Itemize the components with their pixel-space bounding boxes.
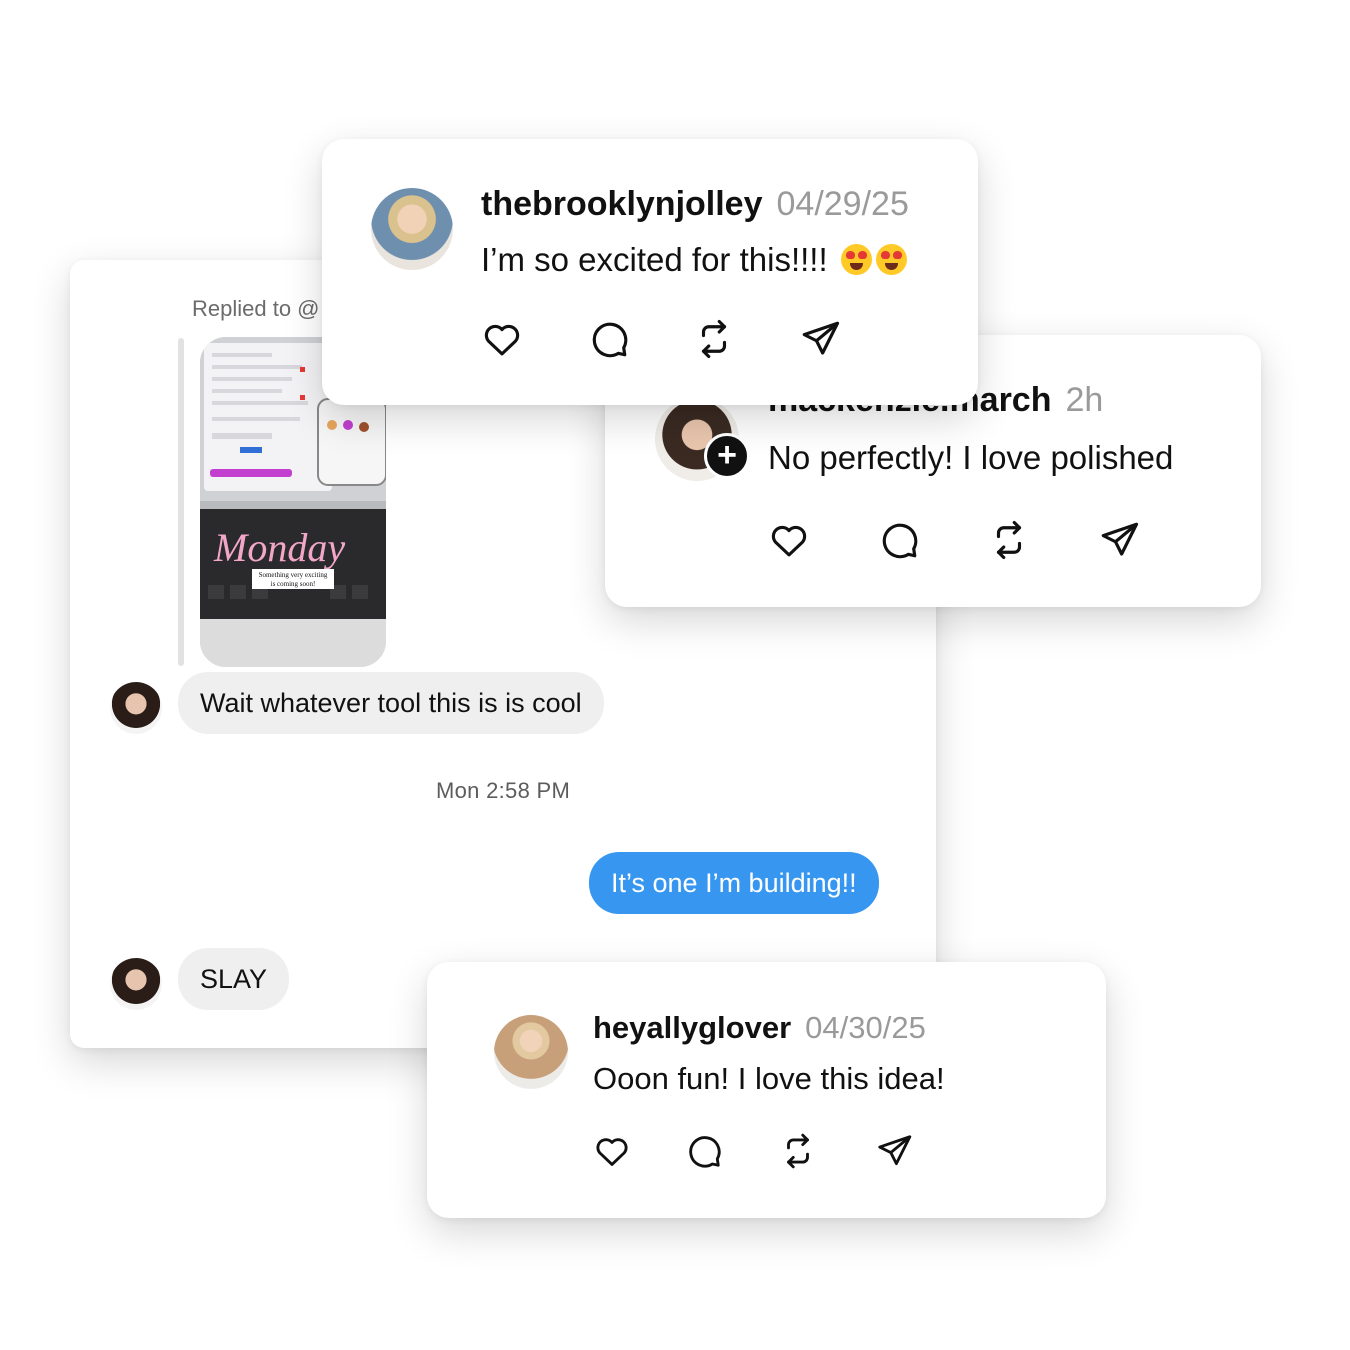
commenter-username[interactable]: thebrooklynjolley (481, 185, 763, 223)
comment-icon[interactable] (588, 318, 630, 360)
heart-eyes-emoji-icon (875, 244, 907, 275)
reply-indicator-bar (178, 338, 184, 666)
heart-icon[interactable] (593, 1132, 631, 1170)
comment-icon[interactable] (685, 1132, 723, 1170)
add-icon[interactable]: + (704, 433, 750, 479)
comment-header: heyallyglover 04/30/25 (593, 1010, 926, 1046)
comment-actions (481, 318, 841, 360)
comment-icon[interactable] (878, 519, 920, 561)
heart-icon[interactable] (768, 519, 810, 561)
replied-to-label: Replied to @ (192, 296, 320, 321)
svg-text:Something very exciting: Something very exciting (259, 571, 328, 579)
comment-card: heyallyglover 04/30/25 Ooon fun! I love t… (427, 962, 1106, 1218)
comment-actions (768, 519, 1140, 561)
repost-icon[interactable] (988, 519, 1030, 561)
svg-text:is coming soon!: is coming soon! (271, 580, 316, 588)
share-icon[interactable] (1098, 519, 1140, 561)
heart-icon[interactable] (481, 318, 523, 360)
comment-date: 04/29/25 (776, 185, 909, 223)
message-timestamp: Mon 2:58 PM (436, 778, 571, 803)
commenter-avatar[interactable] (494, 1015, 568, 1089)
comment-actions (593, 1132, 913, 1170)
message-bubble-sent: It’s one I’m building!! (589, 852, 879, 914)
repost-icon[interactable] (779, 1132, 817, 1170)
share-icon[interactable] (799, 318, 841, 360)
comment-text: No perfectly! I love polished (768, 439, 1174, 476)
comment-text-row: I’m so excited for this!!!! (481, 241, 907, 279)
svg-text:Monday: Monday (213, 525, 345, 570)
sender-avatar[interactable] (110, 682, 162, 734)
commenter-avatar[interactable] (371, 188, 453, 270)
comment-date: 04/30/25 (805, 1010, 926, 1045)
comment-text: I’m so excited for this!!!! (481, 241, 828, 278)
comment-date: 2h (1065, 381, 1104, 419)
share-icon[interactable] (875, 1132, 913, 1170)
comment-text: Ooon fun! I love this idea! (593, 1061, 945, 1096)
comment-card: thebrooklynjolley 04/29/25 I’m so excited… (322, 139, 978, 405)
message-bubble-received: SLAY (178, 948, 290, 1010)
repost-icon[interactable] (693, 318, 735, 360)
message-bubble-received: Wait whatever tool this is is cool (178, 672, 604, 734)
comment-header: thebrooklynjolley 04/29/25 (481, 185, 909, 224)
sender-avatar[interactable] (110, 958, 162, 1010)
heart-eyes-emoji-icon (840, 244, 872, 275)
commenter-username[interactable]: heyallyglover (593, 1010, 791, 1045)
